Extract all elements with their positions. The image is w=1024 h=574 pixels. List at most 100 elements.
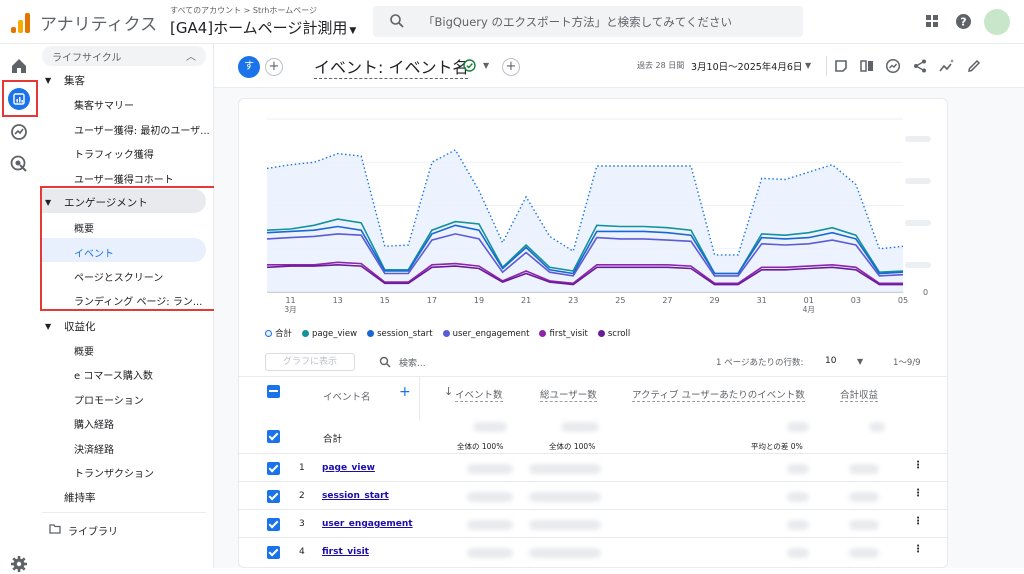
comparison-avatar[interactable]: す [238,56,260,78]
rows-per-page-select[interactable]: 10 [825,356,836,366]
app-title: アナリティクス [40,15,158,35]
sidebar-item-user-acquisition[interactable]: ユーザー獲得: 最初のユーザ... [74,122,210,137]
sidebar-item-purchase-journey[interactable]: 購入経路 [74,416,114,431]
caret-down-icon[interactable]: ▼ [45,322,51,331]
lifecycle-label: ライフサイクル [52,53,122,64]
more-options-icon[interactable]: ⋮ [913,516,923,527]
legend-item[interactable]: session_start [367,329,433,339]
more-options-icon[interactable]: ⋮ [913,460,923,471]
table-row: 4 first_visit ⋮ [239,539,947,567]
account-breadcrumb[interactable]: すべてのアカウント > Strhホームページ [170,5,317,16]
row-checkbox[interactable] [267,518,280,531]
folder-icon [49,524,61,534]
sidebar-item-checkout-journey[interactable]: 決済経路 [74,441,114,456]
sidebar-item-promotions[interactable]: プロモーション [74,392,144,407]
sidebar-item-transactions[interactable]: トランザクション [74,465,154,480]
redacted-tick [905,136,931,142]
compare-columns-icon[interactable] [859,58,875,74]
total-row-checkbox[interactable] [267,430,280,443]
note-icon[interactable] [833,58,849,74]
legend-swatch [367,330,375,337]
analytics-logo-icon[interactable] [10,11,32,33]
column-header-total-revenue[interactable]: 合計収益 [840,387,879,402]
insights-icon[interactable] [885,58,901,74]
total-users-share: 全体の 100% [549,442,596,451]
legend-item[interactable]: first_visit [539,329,588,339]
column-header-total-users[interactable]: 総ユーザー数 [540,387,597,402]
redacted-value [849,492,879,502]
sort-arrow-down-icon[interactable]: ↓ [444,385,453,398]
event-name-link[interactable]: first_visit [322,547,369,557]
legend-item[interactable]: page_view [302,329,357,339]
settings-gear-icon[interactable] [9,554,29,574]
more-options-icon[interactable]: ⋮ [913,544,923,555]
sidebar-item-acquisition-cohort[interactable]: ユーザー獲得コホート [74,171,174,186]
column-header-events-per-user[interactable]: アクティブ ユーザーあたりのイベント数 [632,387,805,402]
legend-label: session_start [377,329,433,339]
legend-item[interactable]: user_engagement [442,329,529,339]
legend-item[interactable]: scroll [597,329,630,339]
add-filter-button[interactable]: + [502,58,520,76]
sidebar-item-traffic-acquisition[interactable]: トラフィック獲得 [74,146,154,161]
column-header-event-count[interactable]: イベント数 [455,387,503,402]
event-name-link[interactable]: session_start [322,491,389,501]
event-name-link[interactable]: user_engagement [322,519,413,529]
property-selector[interactable]: [GA4]ホームページ計測用 ▼ [170,17,356,38]
events-per-user-diff: 平均との差 0% [751,442,803,451]
caret-down-icon[interactable]: ▼ [857,357,863,366]
sidebar-section-acquisition[interactable]: 集客 [64,73,85,88]
sidebar-item-acquisition-overview[interactable]: 集客サマリー [74,97,134,112]
check-circle-icon [463,59,476,72]
row-checkbox[interactable] [267,462,280,475]
sidebar-item-ecommerce-purchases[interactable]: e コマース購入数 [74,367,153,382]
explore-icon[interactable] [9,122,29,142]
redacted-tick [905,220,931,226]
row-checkbox[interactable] [267,490,280,503]
chevron-up-icon: ︿ [186,52,196,63]
row-checkbox[interactable] [267,546,280,559]
caret-down-icon[interactable]: ▼ [483,61,489,70]
lifecycle-header[interactable]: ライフサイクル ︿ [42,46,206,66]
add-comparison-button[interactable]: + [265,58,283,76]
select-all-checkbox[interactable] [267,385,280,398]
row-divider [239,509,947,510]
sidebar-item-retention[interactable]: 維持率 [64,490,96,505]
column-header-event-name[interactable]: イベント名 [323,389,371,403]
plot-rows-button[interactable]: グラフに表示 [265,353,355,371]
highlight-box-engagement [40,186,216,311]
caret-down-icon[interactable]: ▼ [45,76,51,85]
share-icon[interactable] [912,58,928,74]
redacted-value [529,492,601,502]
x-tick-label: 03 [851,296,861,305]
redacted-value [787,464,809,474]
search-placeholder: 「BigQuery のエクスポート方法」と検索してみてください [423,15,732,29]
home-icon[interactable] [9,56,29,76]
sidebar-item-monetization-overview[interactable]: 概要 [74,343,94,358]
redacted-value [849,464,879,474]
rows-per-page-label: 1 ページあたりの行数: [716,358,804,368]
caret-down-icon[interactable]: ▼ [805,61,811,70]
legend-item[interactable]: 合計 [265,329,292,339]
redacted-value [529,520,601,530]
x-tick-label: 21 [521,296,531,305]
table-search-input[interactable]: 検索... [399,356,426,369]
user-avatar[interactable] [984,9,1010,35]
x-tick-month-label: 4月 [803,305,815,314]
date-range-picker[interactable]: 3月10日～2025年4月6日 [691,59,802,73]
line-chart: 0 113月 13 15 17 19 21 23 25 27 29 31 014月 03 05 [266,118,931,314]
total-area-fill [267,149,903,292]
sidebar-divider [42,512,206,513]
sidebar-item-library[interactable]: ライブラリ [68,523,118,538]
advertising-icon[interactable] [9,154,29,174]
redacted-value [529,548,601,558]
apps-grid-icon[interactable] [924,13,940,29]
edit-pencil-icon[interactable] [966,58,982,74]
trend-sparkle-icon[interactable] [939,58,955,74]
add-dimension-button[interactable]: + [399,384,411,400]
search-bar[interactable]: 「BigQuery のエクスポート方法」と検索してみてください [373,6,803,37]
sidebar-section-monetization[interactable]: 収益化 [64,319,96,334]
redacted-value [787,492,809,502]
more-options-icon[interactable]: ⋮ [913,488,923,499]
event-name-link[interactable]: page_view [322,463,375,473]
help-icon[interactable]: ? [955,13,972,30]
